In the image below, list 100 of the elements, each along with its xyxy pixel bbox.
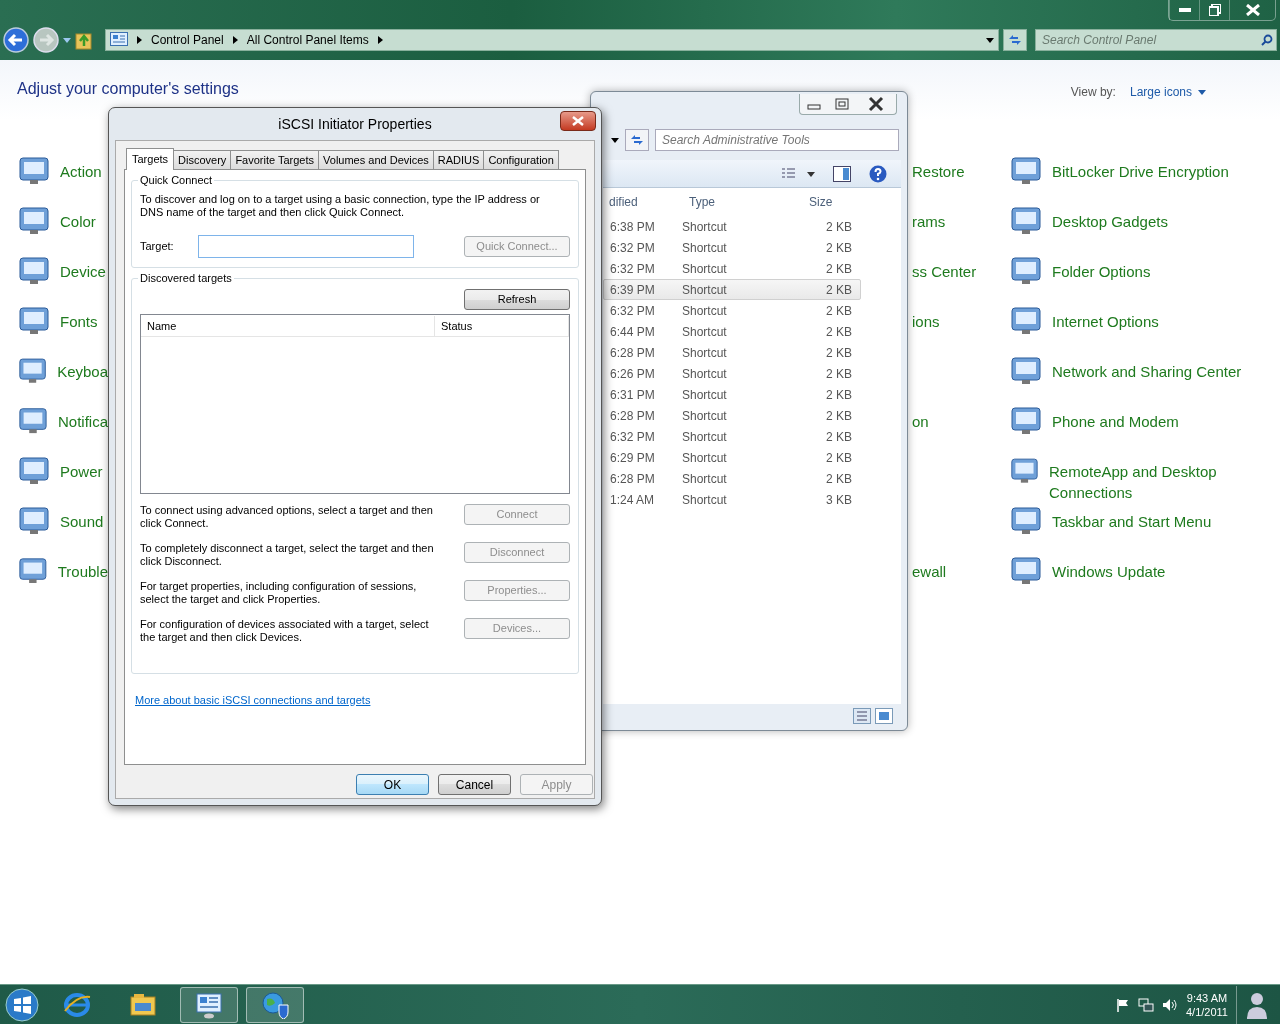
start-button[interactable] [4,986,40,1023]
button[interactable]: OK [356,774,429,795]
file-row[interactable]: 6:44 PM Shortcut 2 KB [603,321,861,342]
file-row[interactable]: 6:28 PM Shortcut 2 KB [603,468,861,489]
clock-time[interactable]: 9:43 AM [1186,990,1228,1005]
network-icon[interactable] [1138,997,1154,1012]
close-icon [572,116,584,126]
flag-icon[interactable] [1116,997,1130,1012]
button[interactable]: Cancel [438,774,511,795]
applet-link[interactable]: ewall [912,561,947,582]
button: Devices... [464,618,570,639]
file-row[interactable]: 6:29 PM Shortcut 2 KB [603,447,861,468]
applet-icon [18,204,50,236]
refresh-icon [629,134,645,146]
applet-link[interactable]: ions [912,311,940,332]
help-link[interactable]: More about basic iSCSI connections and targets [135,692,371,709]
applet-link[interactable]: Restore [912,161,965,182]
file-row[interactable]: 6:28 PM Shortcut 2 KB [603,405,861,426]
taskbar-button[interactable] [246,986,304,1023]
view-options-icon[interactable] [781,166,815,181]
file-row[interactable]: 6:38 PM Shortcut 2 KB [603,216,861,237]
applet-link[interactable]: BitLocker Drive Encryption [1010,154,1280,204]
applet-icon [1010,154,1042,186]
search-field[interactable]: Search Administrative Tools [655,129,899,151]
target-field[interactable] [197,235,414,258]
applet-link[interactable]: Internet Options [1010,304,1280,354]
file-row[interactable]: 6:28 PM Shortcut 2 KB [603,342,861,363]
applet-link[interactable]: Action [18,154,108,204]
file-row[interactable]: 6:31 PM Shortcut 2 KB [603,384,861,405]
applet-link[interactable]: on [912,411,929,432]
applet-link[interactable]: Phone and Modem [1010,404,1280,454]
view-mode-link[interactable]: Large icons [1129,83,1206,101]
file-row[interactable]: 6:32 PM Shortcut 2 KB [603,426,861,447]
column-header[interactable]: Size [809,193,879,211]
file-row[interactable]: 6:32 PM Shortcut 2 KB [603,237,861,258]
tab[interactable]: Targets [126,148,175,170]
applet-icon [18,304,50,336]
chevron-icon [231,35,239,45]
applet-link[interactable]: Taskbar and Start Menu [1010,504,1280,554]
file-row[interactable]: 6:32 PM Shortcut 2 KB [603,300,861,321]
forward-button[interactable] [33,27,59,53]
up-folder-icon[interactable] [75,30,93,50]
dropdown-icon[interactable] [986,37,994,43]
file-row[interactable]: 6:26 PM Shortcut 2 KB [603,363,861,384]
large-icons-view-icon[interactable] [875,708,893,724]
tab[interactable]: Favorite Targets [230,150,320,169]
column-header[interactable]: dified [609,193,689,211]
tab[interactable]: RADIUS [432,150,485,169]
applet-link[interactable]: Folder Options [1010,254,1280,304]
help-icon[interactable] [869,164,887,183]
file-row[interactable]: 6:39 PM Shortcut 2 KB [603,279,861,300]
applet-link[interactable]: Sound [18,504,108,554]
applet-link[interactable]: rams [912,211,946,232]
button: Connect [464,504,570,525]
dropdown-icon[interactable] [611,137,619,143]
tab[interactable]: Discovery [173,150,232,169]
address-bar[interactable]: Control Panel All Control Panel Items [105,29,999,51]
applet-link[interactable]: Keyboa [18,354,108,404]
column-header[interactable]: Status [435,315,569,336]
breadcrumb-item[interactable]: Control Panel [151,31,224,49]
restore-icon [1208,4,1221,16]
breadcrumb-item[interactable]: All Control Panel Items [246,31,369,49]
button: Apply [520,774,593,795]
applet-link[interactable]: Notifica [18,404,108,454]
file-row[interactable]: 1:24 AM Shortcut 3 KB [603,489,861,510]
back-button[interactable] [3,27,29,53]
chevron-icon [136,35,143,45]
column-header[interactable]: Name [141,315,435,336]
speaker-icon[interactable] [1162,997,1178,1012]
clock-date[interactable]: 4/1/2011 [1186,1004,1228,1019]
applet-link[interactable]: RemoteApp and Desktop Connections [1010,454,1280,504]
refresh-button[interactable] [1003,29,1027,51]
applet-icon [18,504,50,536]
preview-pane-icon[interactable] [833,165,851,182]
column-header[interactable]: Type [689,193,809,211]
close-button[interactable] [560,111,596,131]
list-view[interactable]: Name Status [140,314,570,494]
field-label: Target: [140,239,174,255]
instruction-text: For target properties, including configuration of sessions, select the target and click Properties. [140,580,418,606]
taskbar-button[interactable] [180,986,238,1023]
file-row[interactable]: 6:32 PM Shortcut 2 KB [603,258,861,279]
applet-link[interactable]: Device [18,254,108,304]
applet-icon [1010,304,1042,336]
applet-link[interactable]: Trouble [18,554,108,604]
applet-link[interactable]: Windows Update [1010,554,1280,604]
search-field[interactable]: Search Control Panel [1035,29,1277,51]
applet-link[interactable]: Fonts [18,304,108,354]
refresh-icon [1007,34,1023,46]
tab[interactable]: Configuration [483,150,559,169]
applet-link[interactable]: Desktop Gadgets [1010,204,1280,254]
group-label: Discovered targets [138,272,234,285]
applet-link[interactable]: Power [18,454,108,504]
refresh-button[interactable] [625,129,649,151]
search-icon[interactable] [1261,34,1273,46]
applet-icon [18,254,50,286]
applet-link[interactable]: ss Center [912,261,977,282]
applet-link[interactable]: Network and Sharing Center [1010,354,1280,404]
button[interactable]: Refresh [464,289,570,310]
tab[interactable]: Volumes and Devices [318,150,434,169]
applet-link[interactable]: Color [18,204,108,254]
